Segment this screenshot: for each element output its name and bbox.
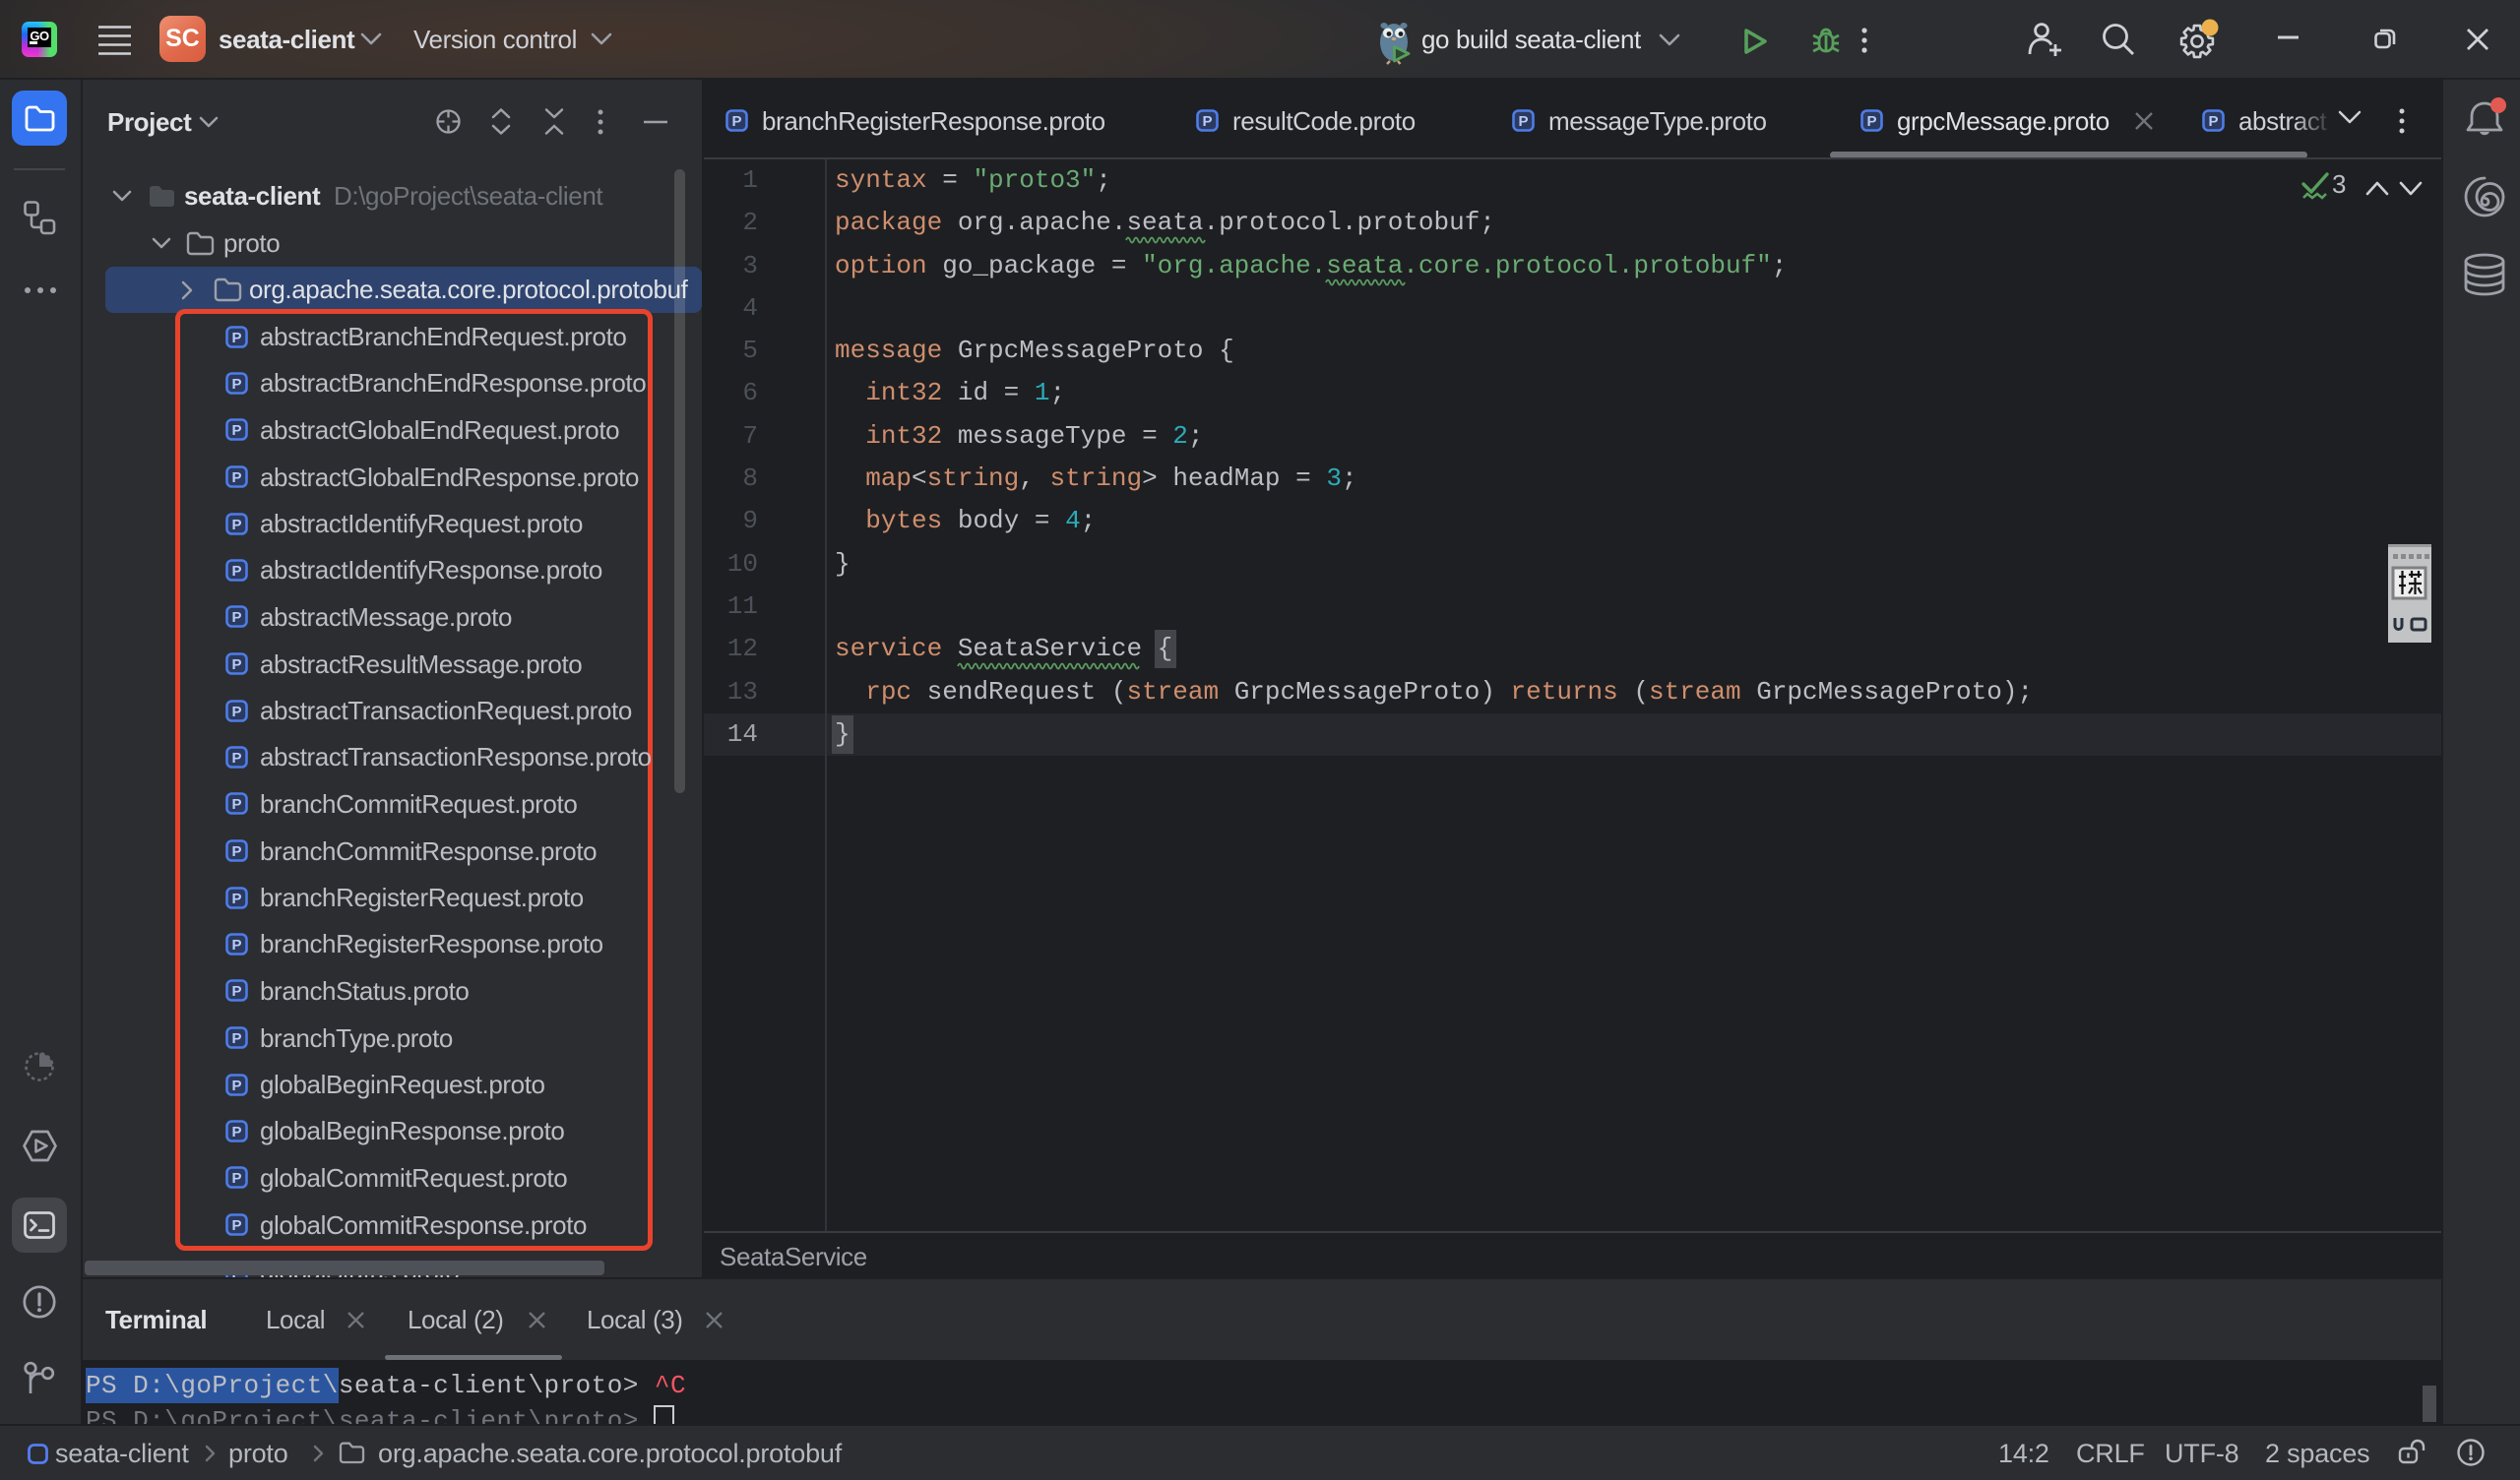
svg-text:P: P [231,1124,241,1141]
svg-text:P: P [231,422,241,439]
svg-text:P: P [231,796,241,813]
svg-text:P: P [231,1170,241,1187]
svg-text:P: P [231,469,241,486]
svg-text:P: P [231,1217,241,1234]
svg-text:P: P [2208,113,2218,130]
svg-text:P: P [231,891,241,907]
svg-text:P: P [231,563,241,580]
svg-text:P: P [231,330,241,346]
svg-text:P: P [231,1078,241,1094]
svg-text:P: P [231,750,241,767]
svg-text:P: P [1866,113,1876,130]
svg-text:P: P [231,656,241,673]
svg-text:P: P [231,517,241,533]
svg-text:P: P [1518,113,1528,130]
svg-text:P: P [231,983,241,1000]
svg-text:P: P [231,937,241,954]
svg-text:P: P [1202,113,1212,130]
svg-text:P: P [231,704,241,720]
svg-text:P: P [231,843,241,860]
svg-text:P: P [231,376,241,393]
svg-text:P: P [231,1030,241,1047]
svg-text:P: P [231,609,241,626]
svg-text:P: P [731,113,741,130]
